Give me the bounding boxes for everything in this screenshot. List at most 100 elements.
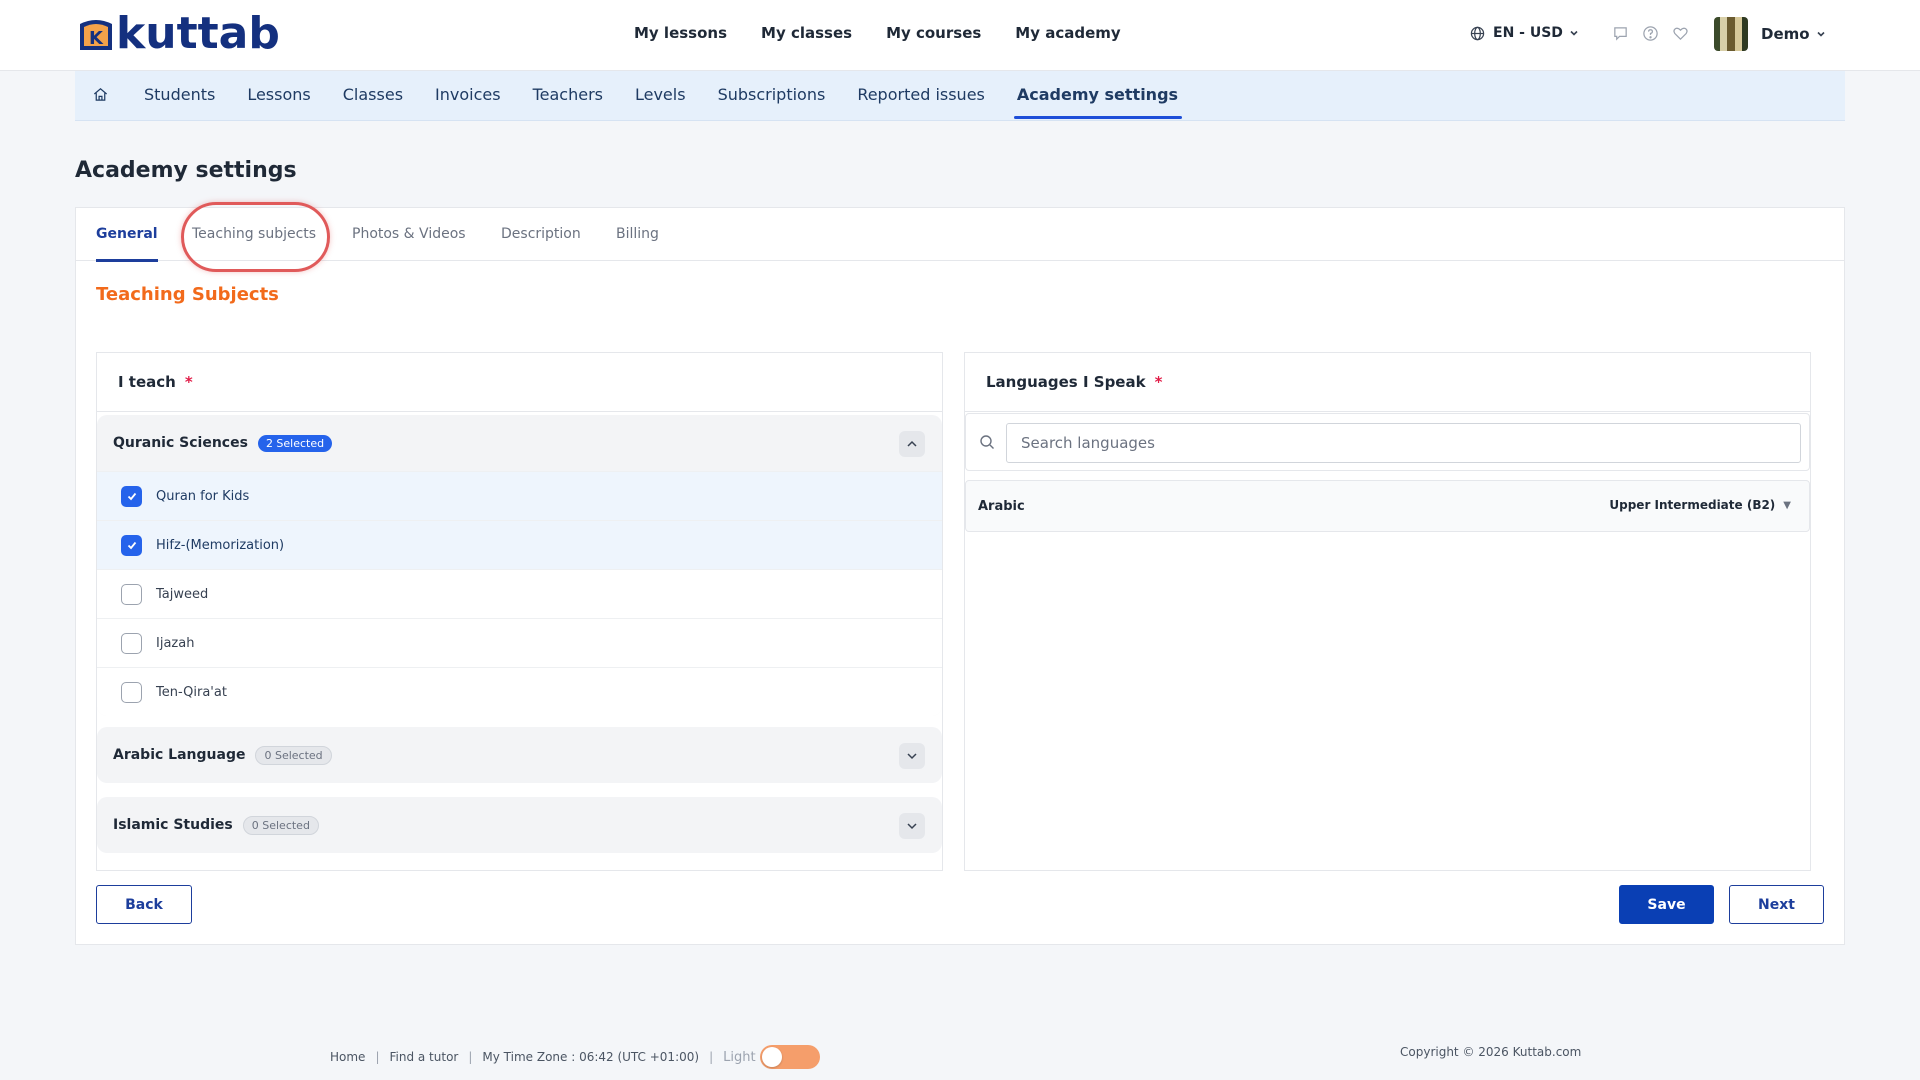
- subnav-reported-issues[interactable]: Reported issues: [857, 85, 985, 105]
- proficiency-select[interactable]: Upper Intermediate (B2) ▼: [1609, 498, 1791, 512]
- user-menu[interactable]: Demo: [1761, 25, 1826, 43]
- section-title: Teaching Subjects: [96, 284, 279, 305]
- subnav-lessons[interactable]: Lessons: [247, 85, 310, 105]
- group-name: Arabic Language: [113, 747, 246, 763]
- checkbox-checked[interactable]: [121, 534, 142, 556]
- languages-label: Languages I Speak: [986, 373, 1146, 391]
- nav-my-lessons[interactable]: My lessons: [634, 24, 727, 42]
- top-header: K kuttab My lessons My classes My course…: [0, 0, 1920, 71]
- languages-panel: Languages I Speak * Arabic Upper Interme…: [964, 352, 1811, 871]
- tab-general[interactable]: General: [96, 226, 158, 262]
- subnav-levels[interactable]: Levels: [635, 85, 686, 105]
- required-mark: *: [184, 373, 193, 391]
- theme-toggle[interactable]: [759, 1045, 820, 1069]
- expand-button[interactable]: [899, 813, 925, 839]
- next-button[interactable]: Next: [1729, 885, 1824, 924]
- locale-label: EN - USD: [1493, 25, 1563, 41]
- language-name: Arabic: [978, 499, 1025, 514]
- proficiency-value: Upper Intermediate (B2): [1609, 498, 1776, 512]
- avatar[interactable]: [1714, 17, 1748, 51]
- chevron-down-icon: [1569, 28, 1579, 38]
- selected-count-badge: 0 Selected: [255, 745, 332, 765]
- footer-separator: |: [468, 1050, 473, 1064]
- settings-card: General Teaching subjects Photos & Video…: [75, 202, 1845, 945]
- subnav-teachers[interactable]: Teachers: [533, 85, 603, 105]
- expand-button[interactable]: [899, 743, 925, 769]
- subnav-subscriptions[interactable]: Subscriptions: [718, 85, 826, 105]
- subject-label: Hifz-(Memorization): [156, 537, 285, 553]
- subnav-students[interactable]: Students: [144, 85, 215, 105]
- checkbox-checked[interactable]: [121, 485, 142, 507]
- back-button[interactable]: Back: [96, 885, 192, 924]
- group-header[interactable]: Arabic Language 0 Selected: [97, 727, 942, 783]
- tab-billing[interactable]: Billing: [616, 226, 659, 242]
- subject-label: Ijazah: [156, 635, 195, 651]
- teaching-panel: I teach * Quranic Sciences 2 Selected Qu…: [96, 352, 943, 871]
- checkbox[interactable]: [121, 583, 142, 605]
- search-input[interactable]: [1006, 423, 1801, 463]
- theme-label: Light: [723, 1049, 756, 1065]
- subject-option[interactable]: Tajweed: [97, 569, 942, 618]
- chevron-down-icon: [907, 823, 917, 830]
- subnav-academy-settings[interactable]: Academy settings: [1013, 85, 1183, 119]
- brand-logo[interactable]: K kuttab: [76, 12, 280, 56]
- footer-separator: |: [709, 1050, 714, 1064]
- subnav-classes[interactable]: Classes: [343, 85, 403, 105]
- copyright: Copyright © 2026 Kuttab.com: [1400, 1045, 1582, 1059]
- chevron-down-icon: [1816, 29, 1826, 39]
- group-islamic-studies: Islamic Studies 0 Selected: [97, 797, 942, 853]
- languages-panel-header: Languages I Speak *: [965, 353, 1810, 412]
- subject-option[interactable]: Quran for Kids: [97, 471, 942, 520]
- group-name: Quranic Sciences: [113, 435, 248, 451]
- footer: Home | Find a tutor | My Time Zone : 06:…: [330, 1045, 820, 1069]
- nav-my-courses[interactable]: My courses: [886, 24, 981, 42]
- save-button[interactable]: Save: [1619, 885, 1714, 924]
- teaching-label: I teach: [118, 373, 176, 391]
- check-icon: [127, 541, 136, 550]
- tab-photos-videos[interactable]: Photos & Videos: [352, 226, 466, 242]
- teaching-panel-header: I teach *: [97, 353, 942, 412]
- toggle-knob: [761, 1047, 782, 1067]
- language-row: Arabic Upper Intermediate (B2) ▼: [965, 480, 1810, 532]
- checkbox[interactable]: [121, 681, 142, 703]
- chevron-up-icon: [907, 440, 917, 447]
- chevron-down-icon: [907, 753, 917, 760]
- user-name: Demo: [1761, 25, 1810, 43]
- group-name: Islamic Studies: [113, 817, 233, 833]
- group-header[interactable]: Quranic Sciences 2 Selected: [97, 415, 942, 471]
- heart-icon[interactable]: [1672, 25, 1690, 43]
- chat-icon[interactable]: [1612, 25, 1630, 43]
- checkbox[interactable]: [121, 632, 142, 654]
- nav-my-classes[interactable]: My classes: [761, 24, 852, 42]
- group-arabic-language: Arabic Language 0 Selected: [97, 727, 942, 783]
- logo-mark-icon: K: [80, 20, 112, 50]
- main-nav: My lessons My classes My courses My acad…: [634, 24, 1155, 42]
- collapse-button[interactable]: [899, 431, 925, 457]
- academy-subnav: Students Lessons Classes Invoices Teache…: [75, 71, 1845, 121]
- nav-my-academy[interactable]: My academy: [1015, 24, 1120, 42]
- help-icon[interactable]: [1642, 25, 1660, 43]
- selected-count-badge: 2 Selected: [257, 434, 333, 452]
- home-icon[interactable]: [92, 86, 110, 104]
- brand-name: kuttab: [116, 8, 280, 59]
- globe-icon: [1470, 26, 1485, 41]
- check-icon: [127, 492, 136, 501]
- page-title: Academy settings: [75, 158, 297, 183]
- language-search: [965, 413, 1810, 471]
- subject-label: Tajweed: [156, 586, 209, 602]
- tab-description[interactable]: Description: [501, 226, 581, 242]
- group-quranic-sciences: Quranic Sciences 2 Selected Quran for Ki…: [97, 415, 942, 716]
- header-icons: [1612, 25, 1690, 43]
- tab-teaching-subjects[interactable]: Teaching subjects: [192, 226, 316, 242]
- subject-option[interactable]: Ten-Qira'at: [97, 667, 942, 716]
- selected-count-badge: 0 Selected: [242, 815, 319, 835]
- subject-label: Ten-Qira'at: [156, 684, 227, 700]
- footer-link-home[interactable]: Home: [330, 1050, 365, 1064]
- subject-option[interactable]: Hifz-(Memorization): [97, 520, 942, 569]
- footer-link-find-tutor[interactable]: Find a tutor: [389, 1050, 458, 1064]
- subject-option[interactable]: Ijazah: [97, 618, 942, 667]
- caret-down-icon: ▼: [1783, 499, 1791, 511]
- locale-selector[interactable]: EN - USD: [1470, 25, 1579, 41]
- subnav-invoices[interactable]: Invoices: [435, 85, 501, 105]
- group-header[interactable]: Islamic Studies 0 Selected: [97, 797, 942, 853]
